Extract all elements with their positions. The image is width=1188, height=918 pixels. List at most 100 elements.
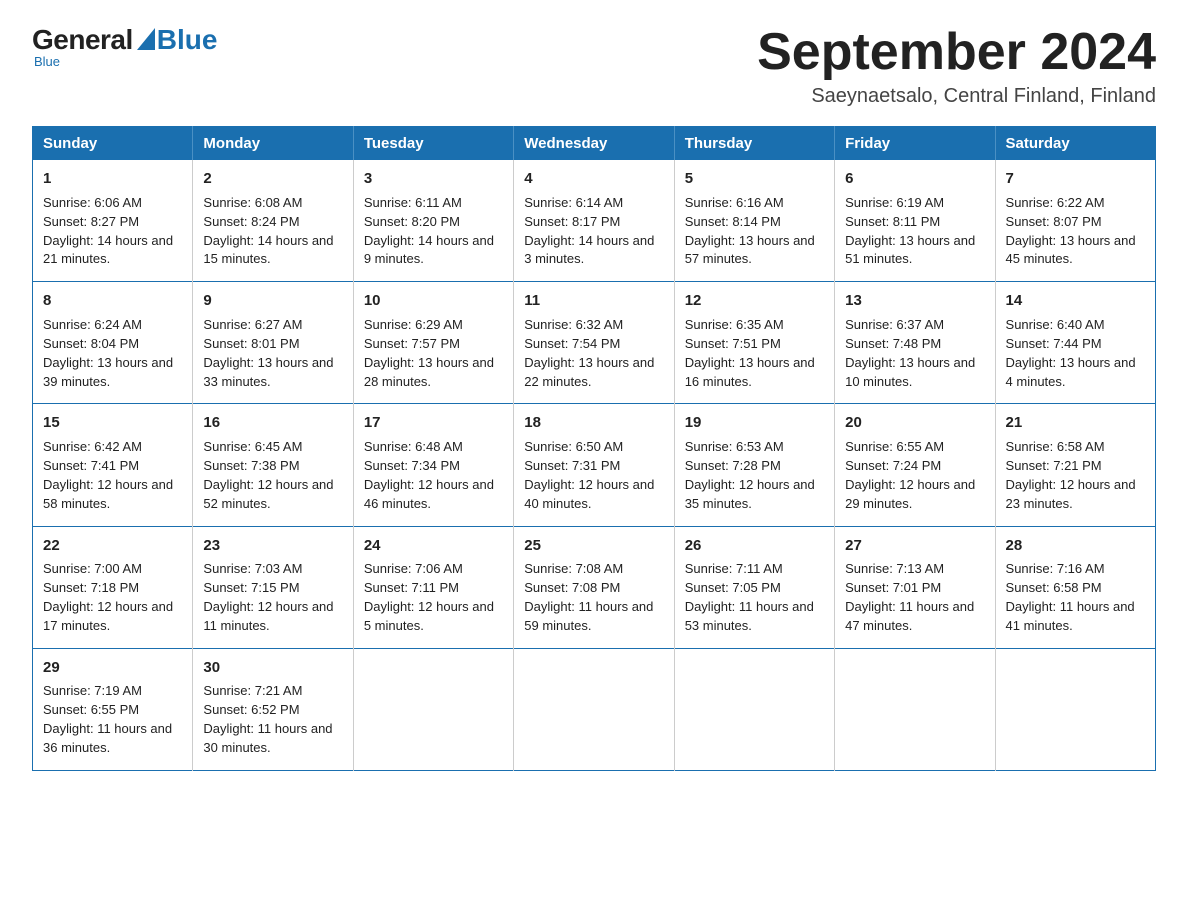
day-number-10: 10 <box>364 290 503 312</box>
day-detail-30: Sunrise: 7:21 AMSunset: 6:52 PMDaylight:… <box>203 682 342 757</box>
week-row-2: 8 Sunrise: 6:24 AMSunset: 8:04 PMDaylight… <box>33 282 1156 404</box>
day-detail-27: Sunrise: 7:13 AMSunset: 7:01 PMDaylight:… <box>845 560 984 635</box>
day-detail-25: Sunrise: 7:08 AMSunset: 7:08 PMDaylight:… <box>524 560 663 635</box>
day-number-4: 4 <box>524 168 663 190</box>
logo-triangle-icon <box>137 28 155 50</box>
day-number-13: 13 <box>845 290 984 312</box>
day-cell-13: 13 Sunrise: 6:37 AMSunset: 7:48 PMDayligh… <box>835 282 995 404</box>
day-number-11: 11 <box>524 290 663 312</box>
day-cell-17: 17Sunrise: 6:48 AMSunset: 7:34 PMDayligh… <box>353 404 513 526</box>
day-cell-14: 14Sunrise: 6:40 AMSunset: 7:44 PMDayligh… <box>995 282 1155 404</box>
day-cell-18: 18 Sunrise: 6:50 AMSunset: 7:31 PMDayligh… <box>514 404 674 526</box>
week-row-5: 29Sunrise: 7:19 AMSunset: 6:55 PMDayligh… <box>33 648 1156 770</box>
day-cell-16: 16 Sunrise: 6:45 AMSunset: 7:38 PMDayligh… <box>193 404 353 526</box>
day-cell-24: 24Sunrise: 7:06 AMSunset: 7:11 PMDayligh… <box>353 526 513 648</box>
day-number-6: 6 <box>845 168 984 190</box>
day-cell-26: 26 Sunrise: 7:11 AMSunset: 7:05 PMDayligh… <box>674 526 834 648</box>
day-number-3: 3 <box>364 168 503 190</box>
day-cell-20: 20Sunrise: 6:55 AMSunset: 7:24 PMDayligh… <box>835 404 995 526</box>
header-monday: Monday <box>193 127 353 161</box>
day-detail-19: Sunrise: 6:53 AMSunset: 7:28 PMDaylight:… <box>685 438 824 513</box>
day-cell-1: 1 Sunrise: 6:06 AMSunset: 8:27 PMDaylight… <box>33 160 193 282</box>
location: Saeynaetsalo, Central Finland, Finland <box>757 85 1156 108</box>
day-detail-15: Sunrise: 6:42 AMSunset: 7:41 PMDaylight:… <box>43 438 182 513</box>
day-cell-6: 6 Sunrise: 6:19 AMSunset: 8:11 PMDaylight… <box>835 160 995 282</box>
page: General Blue Blue September 2024 Saeynae… <box>0 0 1188 803</box>
weekday-header-row: Sunday Monday Tuesday Wednesday Thursday… <box>33 127 1156 161</box>
day-cell-9: 9 Sunrise: 6:27 AMSunset: 8:01 PMDaylight… <box>193 282 353 404</box>
day-detail-8: Sunrise: 6:24 AMSunset: 8:04 PMDaylight:… <box>43 316 182 391</box>
day-number-25: 25 <box>524 535 663 557</box>
logo: General Blue Blue <box>32 24 217 69</box>
day-detail-10: Sunrise: 6:29 AMSunset: 7:57 PMDaylight:… <box>364 316 503 391</box>
day-number-26: 26 <box>685 535 824 557</box>
day-detail-5: Sunrise: 6:16 AMSunset: 8:14 PMDaylight:… <box>685 194 824 269</box>
day-number-12: 12 <box>685 290 824 312</box>
calendar-table: Sunday Monday Tuesday Wednesday Thursday… <box>32 126 1156 771</box>
day-detail-12: Sunrise: 6:35 AMSunset: 7:51 PMDaylight:… <box>685 316 824 391</box>
day-number-15: 15 <box>43 412 182 434</box>
day-number-30: 30 <box>203 657 342 679</box>
day-cell-19: 19Sunrise: 6:53 AMSunset: 7:28 PMDayligh… <box>674 404 834 526</box>
day-number-18: 18 <box>524 412 663 434</box>
day-detail-6: Sunrise: 6:19 AMSunset: 8:11 PMDaylight:… <box>845 194 984 269</box>
day-detail-21: Sunrise: 6:58 AMSunset: 7:21 PMDaylight:… <box>1006 438 1145 513</box>
day-cell-15: 15 Sunrise: 6:42 AMSunset: 7:41 PMDayligh… <box>33 404 193 526</box>
day-detail-17: Sunrise: 6:48 AMSunset: 7:34 PMDaylight:… <box>364 438 503 513</box>
day-detail-13: Sunrise: 6:37 AMSunset: 7:48 PMDaylight:… <box>845 316 984 391</box>
day-number-23: 23 <box>203 535 342 557</box>
empty-cell <box>995 648 1155 770</box>
day-number-24: 24 <box>364 535 503 557</box>
day-detail-29: Sunrise: 7:19 AMSunset: 6:55 PMDaylight:… <box>43 682 182 757</box>
header-wednesday: Wednesday <box>514 127 674 161</box>
week-row-4: 22Sunrise: 7:00 AMSunset: 7:18 PMDayligh… <box>33 526 1156 648</box>
empty-cell <box>514 648 674 770</box>
header-sunday: Sunday <box>33 127 193 161</box>
day-detail-23: Sunrise: 7:03 AMSunset: 7:15 PMDaylight:… <box>203 560 342 635</box>
day-detail-3: Sunrise: 6:11 AMSunset: 8:20 PMDaylight:… <box>364 194 503 269</box>
day-cell-23: 23 Sunrise: 7:03 AMSunset: 7:15 PMDayligh… <box>193 526 353 648</box>
day-cell-2: 2 Sunrise: 6:08 AMSunset: 8:24 PMDaylight… <box>193 160 353 282</box>
day-cell-27: 27 Sunrise: 7:13 AMSunset: 7:01 PMDayligh… <box>835 526 995 648</box>
empty-cell <box>674 648 834 770</box>
day-number-14: 14 <box>1006 290 1145 312</box>
logo-blue-text: Blue <box>157 24 218 56</box>
week-row-1: 1 Sunrise: 6:06 AMSunset: 8:27 PMDaylight… <box>33 160 1156 282</box>
day-detail-18: Sunrise: 6:50 AMSunset: 7:31 PMDaylight:… <box>524 438 663 513</box>
day-number-7: 7 <box>1006 168 1145 190</box>
day-cell-30: 30 Sunrise: 7:21 AMSunset: 6:52 PMDayligh… <box>193 648 353 770</box>
header-friday: Friday <box>835 127 995 161</box>
month-title: September 2024 <box>757 24 1156 81</box>
day-number-27: 27 <box>845 535 984 557</box>
day-cell-21: 21Sunrise: 6:58 AMSunset: 7:21 PMDayligh… <box>995 404 1155 526</box>
day-cell-10: 10 Sunrise: 6:29 AMSunset: 7:57 PMDayligh… <box>353 282 513 404</box>
day-number-2: 2 <box>203 168 342 190</box>
day-cell-29: 29Sunrise: 7:19 AMSunset: 6:55 PMDayligh… <box>33 648 193 770</box>
empty-cell <box>353 648 513 770</box>
day-detail-7: Sunrise: 6:22 AMSunset: 8:07 PMDaylight:… <box>1006 194 1145 269</box>
day-cell-28: 28 Sunrise: 7:16 AMSunset: 6:58 PMDayligh… <box>995 526 1155 648</box>
day-cell-8: 8 Sunrise: 6:24 AMSunset: 8:04 PMDaylight… <box>33 282 193 404</box>
day-detail-4: Sunrise: 6:14 AMSunset: 8:17 PMDaylight:… <box>524 194 663 269</box>
day-cell-11: 11 Sunrise: 6:32 AMSunset: 7:54 PMDayligh… <box>514 282 674 404</box>
day-number-9: 9 <box>203 290 342 312</box>
day-detail-2: Sunrise: 6:08 AMSunset: 8:24 PMDaylight:… <box>203 194 342 269</box>
header-tuesday: Tuesday <box>353 127 513 161</box>
day-detail-9: Sunrise: 6:27 AMSunset: 8:01 PMDaylight:… <box>203 316 342 391</box>
day-cell-4: 4 Sunrise: 6:14 AMSunset: 8:17 PMDaylight… <box>514 160 674 282</box>
day-number-8: 8 <box>43 290 182 312</box>
day-cell-3: 3 Sunrise: 6:11 AMSunset: 8:20 PMDaylight… <box>353 160 513 282</box>
day-detail-16: Sunrise: 6:45 AMSunset: 7:38 PMDaylight:… <box>203 438 342 513</box>
day-detail-26: Sunrise: 7:11 AMSunset: 7:05 PMDaylight:… <box>685 560 824 635</box>
day-number-22: 22 <box>43 535 182 557</box>
day-number-28: 28 <box>1006 535 1145 557</box>
day-detail-1: Sunrise: 6:06 AMSunset: 8:27 PMDaylight:… <box>43 194 182 269</box>
day-number-16: 16 <box>203 412 342 434</box>
logo-subtitle: Blue <box>34 54 60 69</box>
day-detail-11: Sunrise: 6:32 AMSunset: 7:54 PMDaylight:… <box>524 316 663 391</box>
day-cell-5: 5Sunrise: 6:16 AMSunset: 8:14 PMDaylight… <box>674 160 834 282</box>
day-cell-12: 12 Sunrise: 6:35 AMSunset: 7:51 PMDayligh… <box>674 282 834 404</box>
day-detail-28: Sunrise: 7:16 AMSunset: 6:58 PMDaylight:… <box>1006 560 1145 635</box>
day-number-1: 1 <box>43 168 182 190</box>
title-block: September 2024 Saeynaetsalo, Central Fin… <box>757 24 1156 108</box>
